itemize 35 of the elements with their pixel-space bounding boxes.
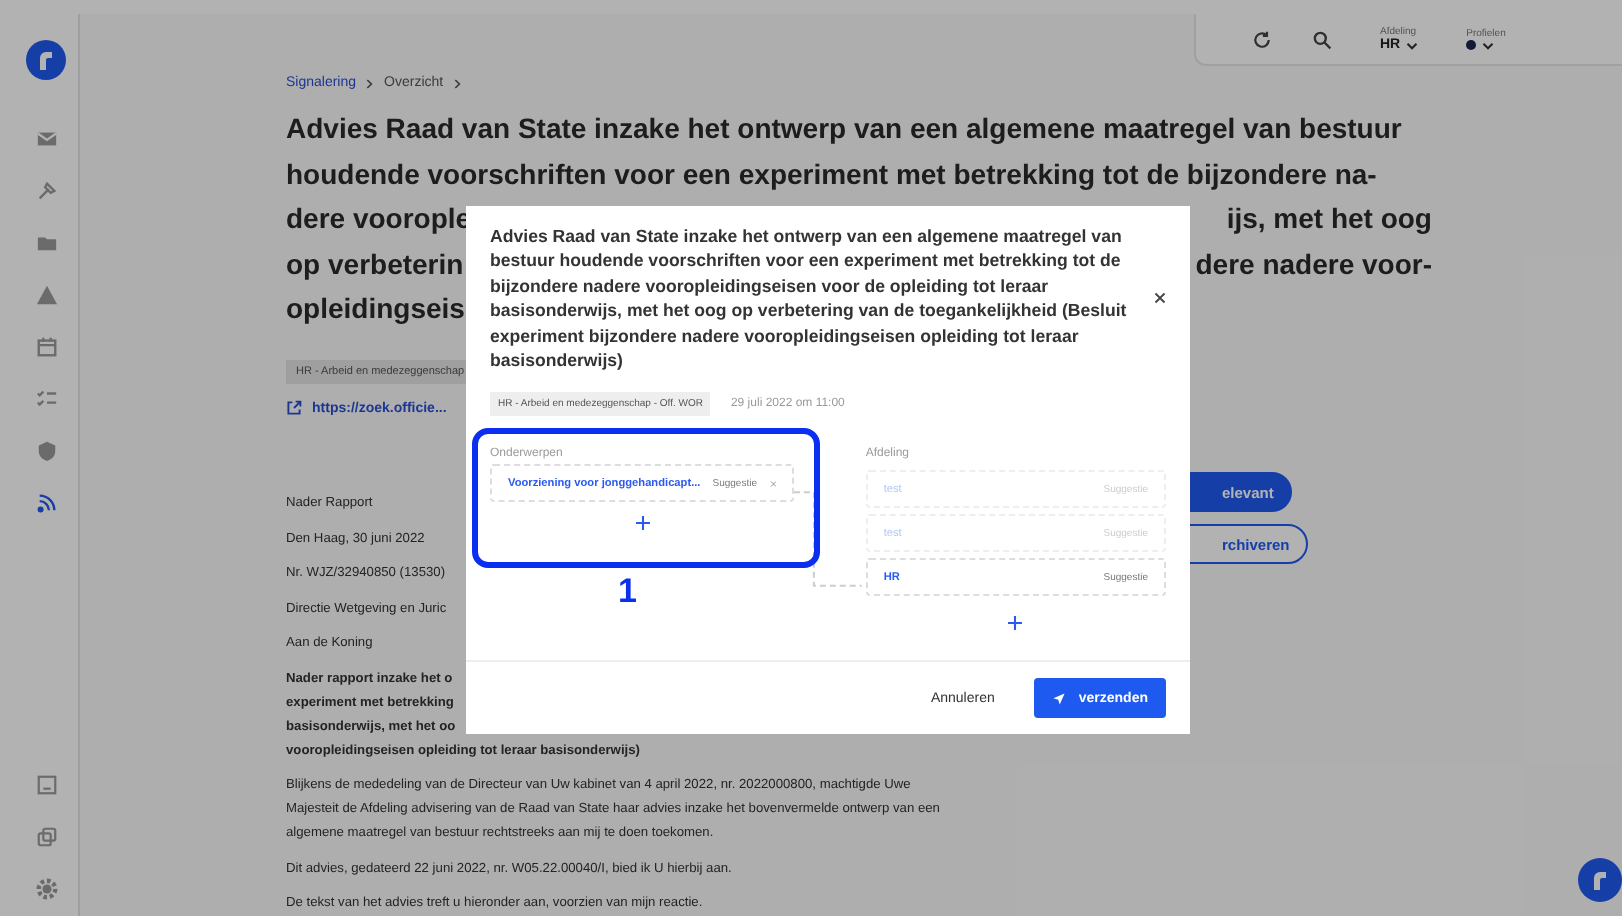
send-icon <box>1052 691 1067 705</box>
document-title: houdende voorschriften voor een experiment met betrekking tot de bijzondere na- <box>286 155 1377 194</box>
close-icon[interactable] <box>1154 292 1166 305</box>
plus-icon <box>1008 616 1023 631</box>
settings-icon[interactable] <box>35 878 57 900</box>
document-title: dere nadere voor- <box>1195 245 1432 284</box>
sidebar-item[interactable] <box>35 284 57 306</box>
dialog-title: Advies Raad van State inzake het ontwerp van een algemene maatregel van bestuur houdende voorschriften voor een experiment met betrekking tot de bijzondere nadere vooropleidingseisen voor de opleiding tot leraar basisonderwijs, met het oog op verbetering van de toegankelijkheid (Besluit experiment bijzondere nadere vooropleidingseisen opleiding tot leraar basisonderwijs) <box>490 224 1129 373</box>
sidebar-item[interactable] <box>35 388 57 410</box>
document-title: op verbeterin <box>286 245 464 284</box>
plus-icon <box>635 516 649 531</box>
sidebar-item[interactable] <box>35 440 57 462</box>
document-title: dere voorople <box>286 200 472 239</box>
panel-icon[interactable] <box>35 774 57 796</box>
document-title: opleidingseis <box>286 290 465 329</box>
remove-icon[interactable] <box>769 477 776 490</box>
refresh-icon[interactable] <box>1252 29 1272 50</box>
sidebar-item[interactable] <box>35 128 57 150</box>
profile-dot-icon <box>1466 40 1477 51</box>
document-title: ijs, met het oog <box>1226 200 1432 239</box>
chevron-icon <box>453 77 462 90</box>
search-icon[interactable] <box>1312 29 1332 50</box>
sidebar-item[interactable] <box>35 180 57 202</box>
annotation-number: 1 <box>618 572 637 612</box>
sidebar-item[interactable] <box>35 232 57 254</box>
sidebar-item[interactable] <box>35 492 57 514</box>
chat-bubble-icon[interactable] <box>1578 858 1622 902</box>
copy-icon[interactable] <box>35 826 57 848</box>
chevron-down-icon <box>1482 39 1495 52</box>
app-logo-icon[interactable] <box>26 40 66 80</box>
sidebar-item[interactable] <box>35 336 57 358</box>
chevron-down-icon <box>1406 39 1419 52</box>
chevron-icon <box>366 77 375 90</box>
document-title: Advies Raad van State inzake het ontwerp van een algemene maatregel van bestuur <box>286 110 1402 149</box>
external-link-icon <box>286 400 302 416</box>
